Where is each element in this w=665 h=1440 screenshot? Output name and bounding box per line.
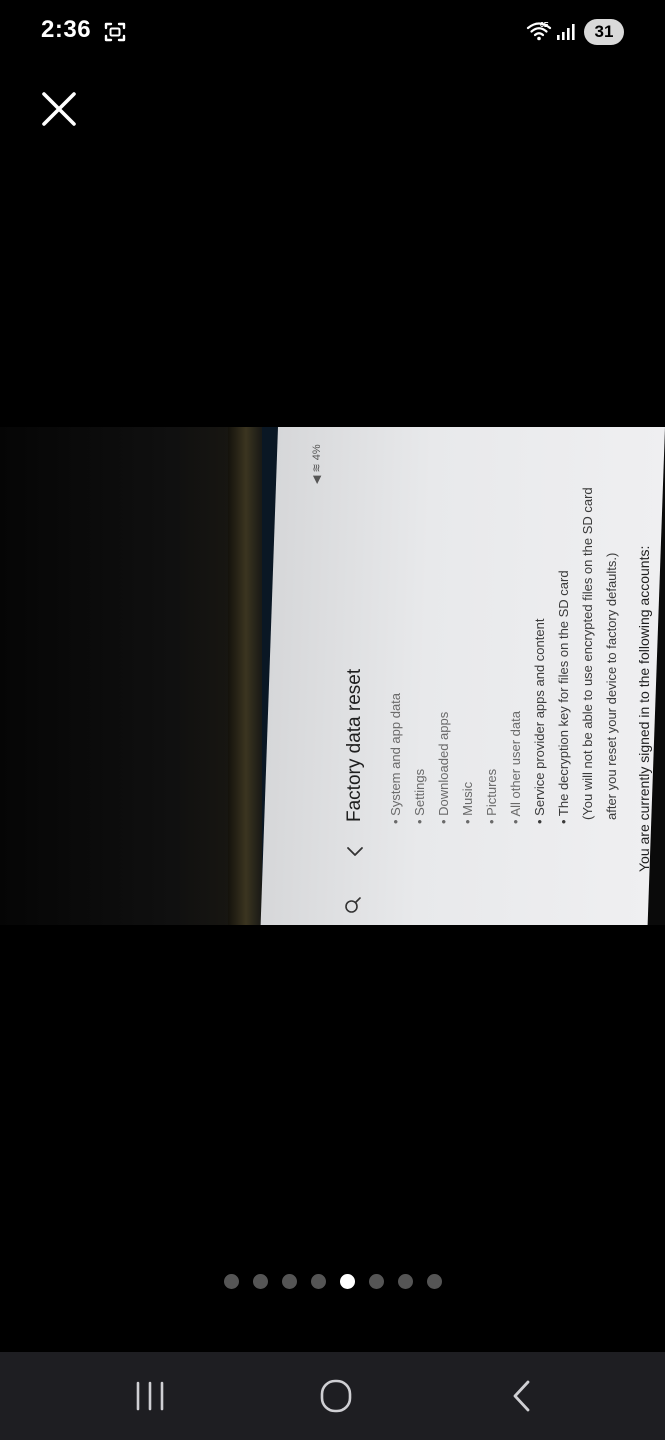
battery-badge: 31 bbox=[584, 19, 624, 45]
page-dot[interactable] bbox=[223, 1274, 239, 1289]
chevron-left-icon bbox=[347, 847, 363, 856]
page-dot[interactable] bbox=[397, 1274, 413, 1289]
back-icon[interactable] bbox=[504, 1376, 540, 1416]
photo-note-line: after you reset your device to factory d… bbox=[604, 552, 619, 820]
page-dot-active[interactable] bbox=[339, 1274, 355, 1289]
recents-icon[interactable] bbox=[130, 1378, 170, 1414]
home-icon[interactable] bbox=[314, 1376, 358, 1416]
photo-note-line: (You will not be able to use encrypted f… bbox=[580, 487, 595, 820]
page-dot[interactable] bbox=[426, 1274, 442, 1289]
photo-list-item: • Downloaded apps bbox=[436, 711, 451, 824]
page-dot[interactable] bbox=[368, 1274, 384, 1289]
photo-status-text: ◀ ≋ 4% bbox=[311, 444, 323, 484]
photo-viewer-screen: 2:36 6E 31 ◀ ≋ 4% Factory data reset • S… bbox=[0, 0, 665, 1440]
page-indicator bbox=[0, 1274, 665, 1292]
photo-list-item: • Settings bbox=[412, 768, 427, 824]
photo-list-item: • Service provider apps and content bbox=[532, 618, 547, 824]
photo-list-item: • Pictures bbox=[484, 768, 499, 824]
navigation-bar bbox=[0, 1352, 665, 1440]
photo-list-item: • The decryption key for files on the SD… bbox=[556, 570, 571, 824]
signal-icon bbox=[557, 24, 575, 40]
status-bar: 2:36 6E 31 bbox=[0, 0, 665, 64]
search-icon bbox=[345, 897, 361, 913]
photographed-settings-content: ◀ ≋ 4% Factory data reset • System and a… bbox=[311, 412, 658, 913]
wifi-6e-icon: 6E bbox=[526, 22, 552, 41]
photo-list-item: • Music bbox=[460, 781, 475, 824]
photo-title: Factory data reset bbox=[344, 668, 365, 822]
photo-list-item: • System and app data bbox=[388, 692, 403, 824]
close-icon[interactable] bbox=[36, 86, 82, 132]
screenshot-icon bbox=[104, 22, 126, 42]
photo-list-item: • All other user data bbox=[508, 711, 523, 824]
status-time: 2:36 bbox=[41, 16, 92, 43]
page-dot[interactable] bbox=[252, 1274, 268, 1289]
photo-background bbox=[0, 427, 250, 925]
svg-text:6E: 6E bbox=[540, 22, 549, 29]
page-dot[interactable] bbox=[310, 1274, 326, 1289]
page-dot[interactable] bbox=[281, 1274, 297, 1289]
photo-accounts-heading: You are currently signed in to the follo… bbox=[636, 545, 652, 872]
